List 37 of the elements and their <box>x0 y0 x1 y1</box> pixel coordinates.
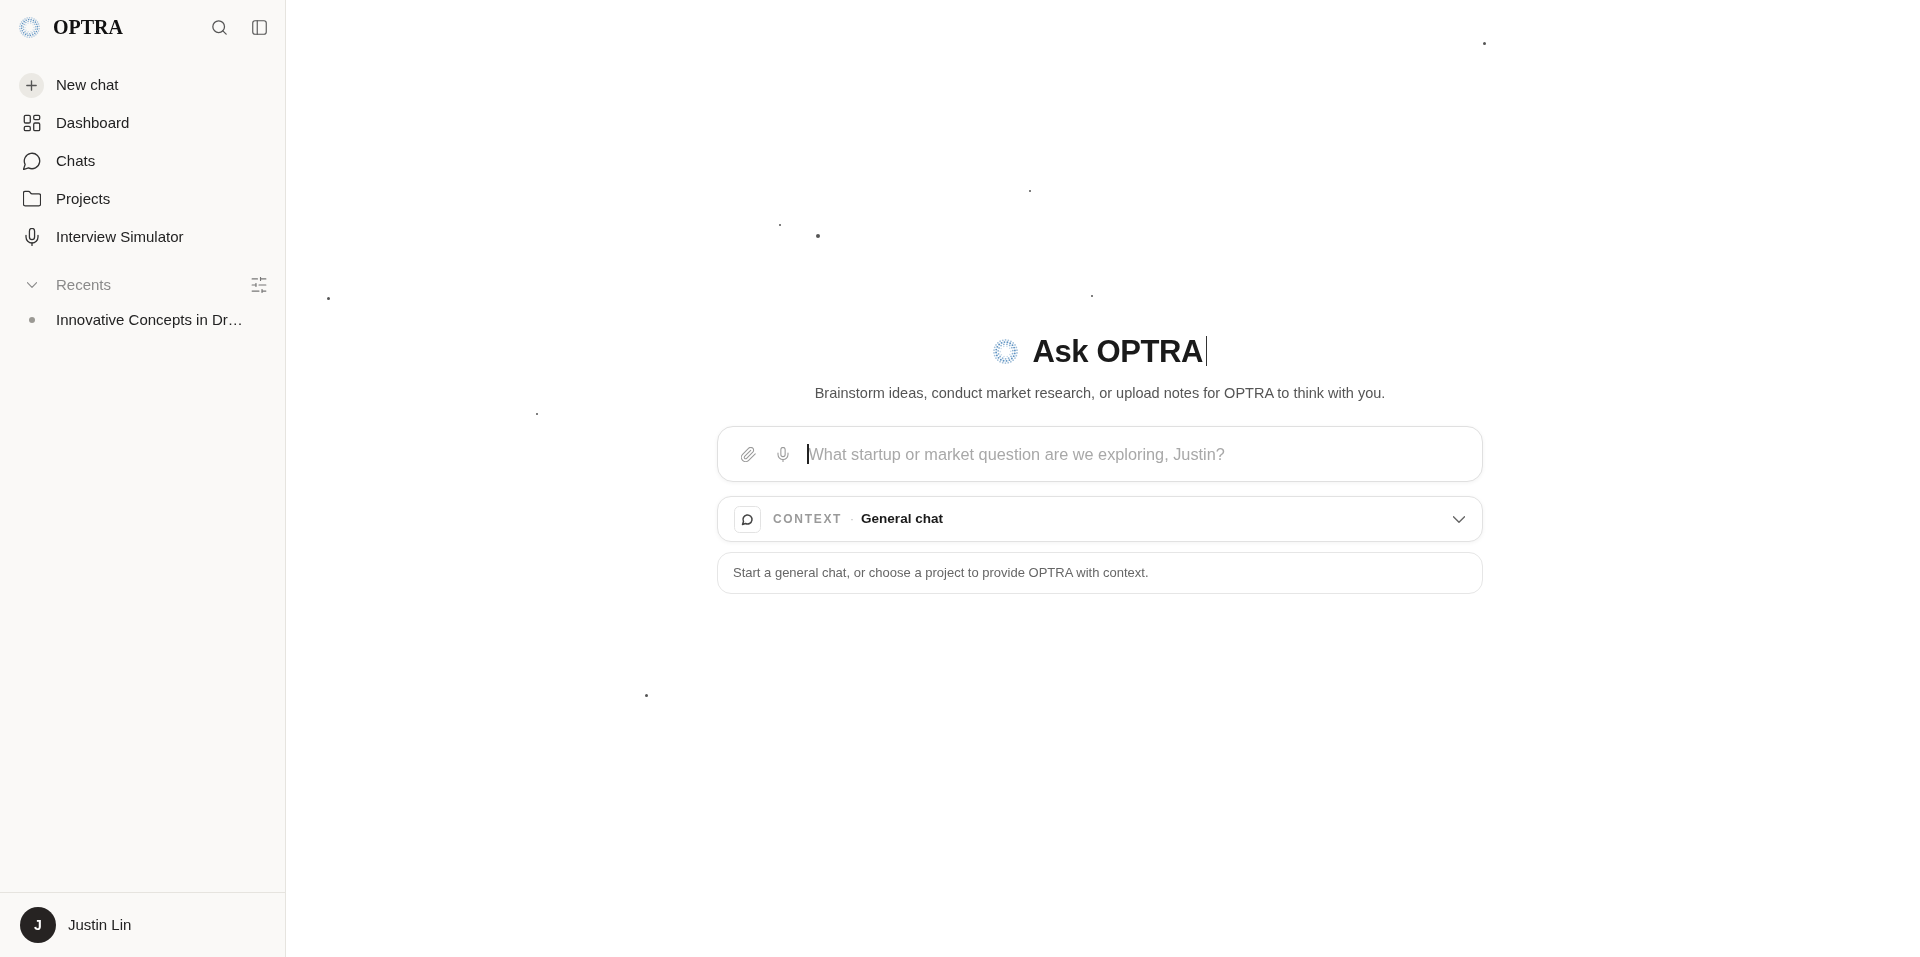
dot-icon <box>28 317 35 323</box>
context-selector[interactable]: CONTEXT · General chat <box>717 496 1483 542</box>
sliders-icon <box>251 277 267 293</box>
attach-button[interactable] <box>740 446 756 462</box>
plus-icon <box>19 72 44 98</box>
text-cursor-icon <box>1205 336 1208 366</box>
message-input[interactable]: What startup or market question are we exploring, Justin? <box>808 439 1462 469</box>
context-label: CONTEXT <box>773 511 843 528</box>
chevron-icon <box>1453 515 1465 523</box>
nav-item[interactable]: Chats <box>19 142 96 180</box>
panel-icon <box>251 19 267 35</box>
recent-chat-item[interactable]: Innovative Concepts in Dr… <box>19 302 243 338</box>
folder-icon <box>22 190 41 208</box>
chat-bubble-icon <box>734 505 761 533</box>
nav-item[interactable]: New chat <box>19 66 119 104</box>
app-logo-text: OPTRA <box>53 17 123 37</box>
user-name: Justin Lin <box>68 914 132 935</box>
text-cursor-icon <box>807 444 809 464</box>
context-hint: Start a general chat, or choose a project to provide OPTRA with context. <box>717 552 1483 594</box>
context-value: General chat <box>861 509 943 528</box>
message-field[interactable]: What startup or market question are we exploring, Justin? <box>717 426 1483 482</box>
chat-bubble-icon <box>22 152 41 170</box>
logo-icon <box>19 16 40 38</box>
user-avatar: J <box>20 907 56 943</box>
page-title: Ask OPTRA <box>1032 335 1203 367</box>
separator: · <box>850 511 855 528</box>
dashboard-icon <box>22 114 41 132</box>
nav-item[interactable]: Interview Simulator <box>19 218 184 256</box>
nav-item[interactable]: Projects <box>19 180 111 218</box>
subtitle: Brainstorm ideas, conduct market research, or upload notes for OPTRA to think with you. <box>814 384 1386 403</box>
microphone-icon <box>22 228 41 246</box>
microphone-icon <box>777 446 789 462</box>
nav-item[interactable]: Dashboard <box>19 104 130 142</box>
voice-button[interactable] <box>775 446 791 462</box>
paperclip-icon <box>740 446 756 462</box>
logo-icon <box>992 338 1018 364</box>
search-icon <box>211 19 227 35</box>
